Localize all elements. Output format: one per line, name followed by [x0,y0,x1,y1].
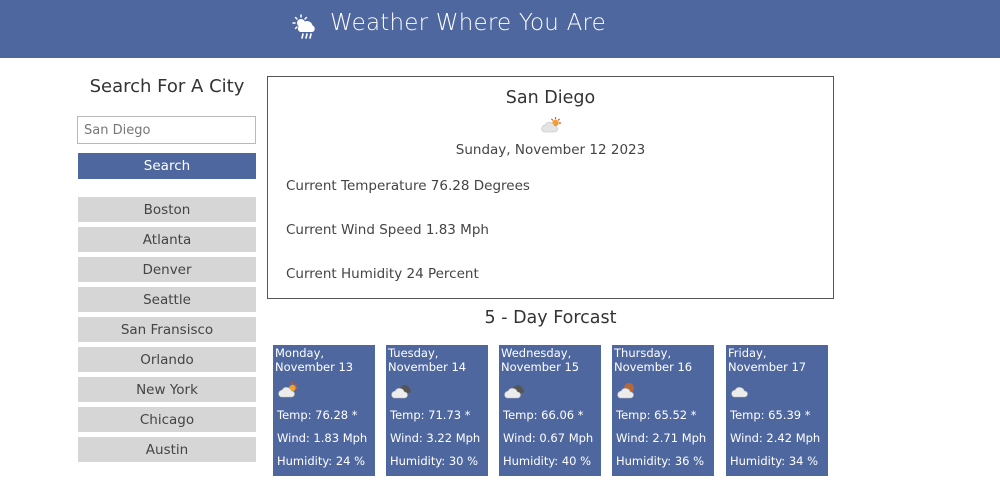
forecast-temp: Temp: 65.52 * [616,408,697,422]
city-button-atlanta[interactable]: Atlanta [78,227,256,252]
city-list: Boston Atlanta Denver Seattle San Fransi… [78,197,256,467]
forecast-temp: Temp: 71.73 * [390,408,471,422]
current-humidity: Current Humidity 24 Percent [286,266,479,282]
forecast-temp: Temp: 76.28 * [277,408,358,422]
city-button-boston[interactable]: Boston [78,197,256,222]
forecast-humidity: Humidity: 30 % [390,454,479,468]
search-button[interactable]: Search [78,153,256,179]
forecast-temp: Temp: 65.39 * [730,408,811,422]
forecast-card: Thursday, November 16 Temp: 65.52 * Wind… [612,345,714,476]
current-city-name: San Diego [505,88,596,108]
city-button-san-fransisco[interactable]: San Fransisco [78,317,256,342]
forecast-humidity: Humidity: 34 % [730,454,819,468]
forecast-card: Monday, November 13 Temp: 76.28 * Wind: … [273,345,375,476]
forecast-date: Friday, November 17 [728,346,807,374]
forecast-wind: Wind: 2.42 Mph [730,431,821,445]
forecast-heading: 5 - Day Forcast [484,308,617,328]
city-button-austin[interactable]: Austin [78,437,256,462]
few-clouds-day-icon [278,382,299,398]
forecast-date: Thursday, November 16 [614,346,693,374]
forecast-card: Wednesday, November 15 Temp: 66.06 * Win… [499,345,601,476]
cloud-icon [731,387,748,398]
forecast-wind: Wind: 1.83 Mph [277,431,368,445]
current-wind-speed: Current Wind Speed 1.83 Mph [286,222,489,238]
forecast-date: Tuesday, November 14 [388,346,467,374]
forecast-card: Tuesday, November 14 Temp: 71.73 * Wind:… [386,345,488,476]
forecast-humidity: Humidity: 36 % [616,454,705,468]
broken-clouds-icon [391,385,411,399]
forecast-wind: Wind: 0.67 Mph [503,431,594,445]
app-header: Weather Where You Are [0,0,1000,58]
city-button-new-york[interactable]: New York [78,377,256,402]
city-button-chicago[interactable]: Chicago [78,407,256,432]
forecast-humidity: Humidity: 40 % [503,454,592,468]
cloud-sun-rain-icon [292,14,315,39]
city-search-input[interactable] [77,116,256,144]
current-temperature: Current Temperature 76.28 Degrees [286,178,530,194]
broken-clouds-icon [504,385,524,399]
city-button-orlando[interactable]: Orlando [78,347,256,372]
forecast-wind: Wind: 3.22 Mph [390,431,481,445]
forecast-date: Wednesday, November 15 [501,346,580,374]
city-button-seattle[interactable]: Seattle [78,287,256,312]
forecast-card: Friday, November 17 Temp: 65.39 * Wind: … [726,345,828,476]
search-heading: Search For A City [89,76,245,97]
forecast-wind: Wind: 2.71 Mph [616,431,707,445]
current-weather-panel: San Diego Sunday, November 12 2023 Curre… [267,76,834,299]
current-date: Sunday, November 12 2023 [455,142,646,158]
forecast-date: Monday, November 13 [275,346,354,374]
few-clouds-day-icon [541,117,562,133]
scattered-clouds-night-icon [617,383,634,399]
city-button-denver[interactable]: Denver [78,257,256,282]
forecast-temp: Temp: 66.06 * [503,408,584,422]
app-title: Weather Where You Are [330,10,607,36]
forecast-humidity: Humidity: 24 % [277,454,366,468]
